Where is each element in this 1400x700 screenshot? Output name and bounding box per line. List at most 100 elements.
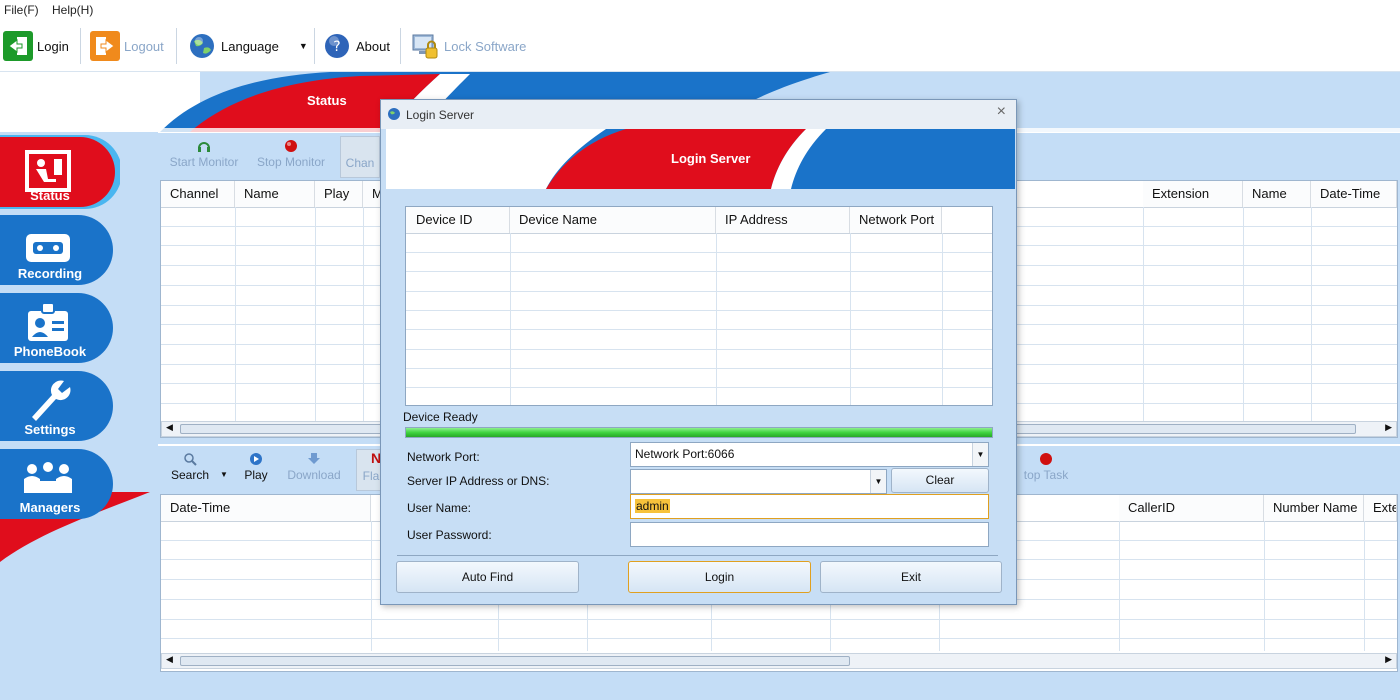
device-list-table: Device ID Device Name IP Address Network…: [405, 206, 993, 406]
scroll-left-icon[interactable]: ◀: [166, 654, 173, 665]
network-port-select[interactable]: Network Port:6066 ▼: [630, 442, 989, 467]
lock-software-button[interactable]: Lock Software: [410, 26, 526, 66]
column-header[interactable]: Name: [1243, 181, 1311, 207]
search-label: Search: [170, 468, 210, 482]
column-header[interactable]: Device ID: [406, 207, 510, 233]
toolbar-divider: [176, 28, 177, 64]
sidebar-item-managers[interactable]: Managers: [0, 447, 115, 521]
play-icon: [236, 452, 276, 468]
search-icon: [162, 452, 218, 468]
download-icon: [282, 452, 346, 468]
svg-text:?: ?: [333, 39, 340, 55]
stop-task-label: top Task: [1023, 468, 1069, 482]
username-input[interactable]: admin: [630, 494, 989, 519]
logout-button[interactable]: Logout: [90, 26, 164, 66]
toolbar-divider: [80, 28, 81, 64]
dialog-banner-title: Login Server: [671, 151, 751, 166]
sidebar-item-recording[interactable]: Recording: [0, 213, 115, 287]
start-monitor-label: Start Monitor: [169, 155, 239, 169]
scroll-right-icon[interactable]: ▶: [1385, 654, 1392, 665]
login-icon: [3, 31, 33, 61]
chevron-down-icon[interactable]: ▼: [870, 470, 886, 493]
sidebar-item-phonebook[interactable]: PhoneBook: [0, 291, 115, 365]
login-button[interactable]: Login: [628, 561, 811, 593]
users-group-icon: [24, 462, 72, 493]
column-header[interactable]: Date-Time: [161, 495, 371, 521]
download-label: Download: [287, 468, 341, 482]
toolbar-divider: [314, 28, 315, 64]
sidebar-item-status[interactable]: Status: [0, 135, 120, 209]
contact-card-icon: [28, 302, 68, 341]
auto-find-button[interactable]: Auto Find: [396, 561, 579, 593]
record-stop-icon: [252, 139, 330, 155]
column-header[interactable]: Device Name: [510, 207, 716, 233]
globe-icon: [187, 31, 217, 61]
record-stop-icon: [1016, 452, 1076, 468]
scroll-right-icon[interactable]: ▶: [1385, 422, 1392, 433]
lock-icon: [410, 31, 440, 61]
stop-monitor-button[interactable]: Stop Monitor: [252, 139, 330, 169]
language-button[interactable]: Language ▼: [187, 26, 308, 66]
column-header[interactable]: Exte: [1364, 495, 1397, 521]
exit-button[interactable]: Exit: [820, 561, 1002, 593]
chevron-down-icon[interactable]: ▼: [972, 443, 988, 466]
status-tab-title: Status: [307, 93, 347, 108]
chevron-down-icon: ▼: [298, 41, 308, 51]
toolbar-divider: [400, 28, 401, 64]
globe-icon: [388, 108, 400, 120]
sidebar: Status Recording PhoneBook Settings Mana…: [0, 132, 158, 700]
play-button[interactable]: Play: [236, 452, 276, 482]
sidebar-item-label: Managers: [19, 500, 81, 515]
horizontal-scrollbar[interactable]: ◀ ▶: [161, 653, 1397, 669]
sidebar-item-settings[interactable]: Settings: [0, 369, 115, 443]
language-label: Language: [221, 38, 279, 54]
network-port-label: Network Port:: [407, 450, 480, 464]
column-header[interactable]: IP Address: [716, 207, 850, 233]
menu-bar: File(F) Help(H): [0, 0, 1400, 22]
cassette-icon: [26, 234, 70, 262]
column-header[interactable]: Channel: [161, 181, 235, 207]
column-header[interactable]: CallerID: [1119, 495, 1264, 521]
dialog-title: Login Server: [406, 108, 475, 122]
menu-help[interactable]: Help(H): [52, 3, 93, 17]
chevron-down-icon: ▼: [220, 470, 228, 479]
channel-button-label: Chan: [345, 156, 375, 170]
menu-file[interactable]: File(F): [4, 3, 39, 17]
close-icon[interactable]: ×: [997, 103, 1006, 121]
sidebar-item-label: PhoneBook: [13, 344, 87, 359]
stop-task-button[interactable]: top Task: [1016, 452, 1076, 482]
column-header[interactable]: Name: [235, 181, 315, 207]
column-header[interactable]: Play: [315, 181, 363, 207]
logout-icon: [90, 31, 120, 61]
column-header[interactable]: Extension: [1143, 181, 1243, 207]
logout-label: Logout: [124, 38, 164, 54]
sidebar-item-label: Settings: [24, 422, 76, 437]
about-label: About: [356, 38, 390, 54]
search-button[interactable]: Search ▼: [162, 452, 228, 482]
login-server-dialog: Login Server × Login Server Device ID De…: [380, 99, 1017, 605]
column-header[interactable]: Network Port: [850, 207, 942, 233]
username-label: User Name:: [407, 501, 472, 515]
wrench-icon: [32, 380, 71, 421]
download-button[interactable]: Download: [282, 452, 346, 482]
server-address-combobox[interactable]: ▼: [630, 469, 887, 494]
clear-button[interactable]: Clear: [891, 468, 989, 493]
device-status-text: Device Ready: [403, 410, 478, 424]
about-button[interactable]: ? About: [322, 26, 390, 66]
lock-software-label: Lock Software: [444, 38, 527, 54]
sidebar-item-label: Recording: [17, 266, 83, 281]
channel-button[interactable]: Chan: [340, 136, 380, 178]
column-header[interactable]: Number Name: [1264, 495, 1364, 521]
scroll-left-icon[interactable]: ◀: [166, 422, 173, 433]
username-value: admin: [635, 499, 670, 513]
password-input[interactable]: [630, 522, 989, 547]
login-button[interactable]: Login: [3, 26, 69, 66]
toolbar: Login Logout Language ▼ ? About Lock Sof…: [0, 22, 1400, 72]
scrollbar-thumb[interactable]: [180, 656, 850, 666]
dialog-banner: Login Server: [386, 129, 1015, 189]
column-header[interactable]: Date-Time: [1311, 181, 1397, 207]
start-monitor-button[interactable]: Start Monitor: [164, 139, 244, 169]
stop-monitor-label: Stop Monitor: [256, 155, 326, 169]
dialog-title-bar[interactable]: Login Server ×: [381, 100, 1016, 129]
password-label: User Password:: [407, 528, 492, 542]
